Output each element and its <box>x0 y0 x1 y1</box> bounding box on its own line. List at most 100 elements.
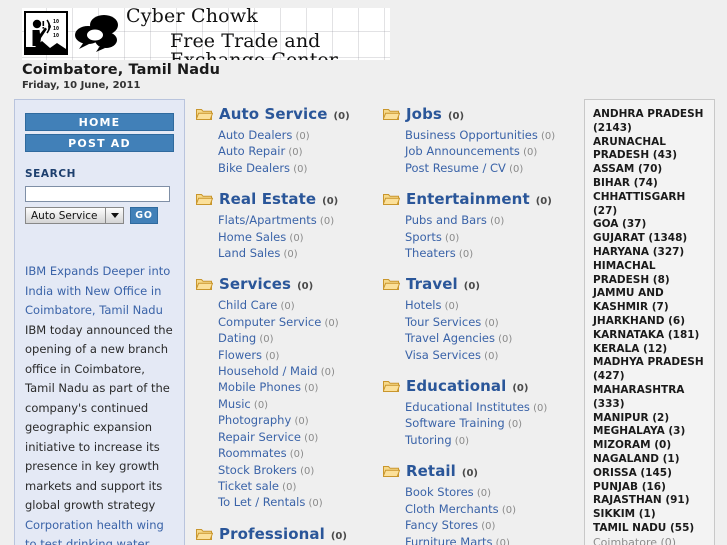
subcategory-item: Business Opportunities (0) <box>405 128 569 144</box>
subcategory-link[interactable]: Music <box>218 397 251 411</box>
svg-text:10: 10 <box>53 26 59 32</box>
subcategory-item: Cloth Merchants (0) <box>405 502 569 518</box>
state-link[interactable]: PUNJAB (16) <box>593 481 708 495</box>
subcategory-link[interactable]: Computer Service <box>218 315 321 329</box>
subcategory-count: (0) <box>300 432 319 444</box>
subcategory-link[interactable]: Travel Agencies <box>405 331 495 345</box>
state-link[interactable]: NAGALAND (1) <box>593 453 708 467</box>
subcategory-item: To Let / Rentals (0) <box>218 495 382 511</box>
subcategory-link[interactable]: Post Resume / CV <box>405 161 506 175</box>
subcategory-link[interactable]: Mobile Phones <box>218 380 301 394</box>
category-block: Travel (0) Hotels (0) Tour Services (0) Trav… <box>382 274 569 364</box>
state-link[interactable]: SIKKIM (1) <box>593 508 708 522</box>
subcategory-link[interactable]: Sports <box>405 230 442 244</box>
subcategory-link[interactable]: Hotels <box>405 298 441 312</box>
subcategory-item: Auto Repair (0) <box>218 144 382 160</box>
state-link[interactable]: GUJARAT (1348) <box>593 232 708 246</box>
subcategory-link[interactable]: Tour Services <box>405 315 481 329</box>
state-link[interactable]: ORISSA (145) <box>593 467 708 481</box>
subcategory-link[interactable]: Ticket sale <box>218 479 279 493</box>
subcategory-count: (0) <box>277 301 295 313</box>
category-title-link[interactable]: Professional <box>219 525 325 543</box>
subcategory-link[interactable]: Theaters <box>405 246 456 260</box>
subcategory-link[interactable]: Dating <box>218 331 256 345</box>
category-select[interactable]: Auto Service <box>25 207 124 224</box>
subcategory-link[interactable]: To Let / Rentals <box>218 495 305 509</box>
state-link[interactable]: TAMIL NADU (55) <box>593 522 708 536</box>
state-link[interactable]: ANDHRA PRADESH (2143) <box>593 108 708 136</box>
category-title-link[interactable]: Retail <box>406 462 456 480</box>
search-go-button[interactable]: GO <box>130 207 158 224</box>
post-ad-button[interactable]: POST AD <box>25 134 174 152</box>
state-link[interactable]: MAHARASHTRA (333) <box>593 384 708 412</box>
state-link[interactable]: MANIPUR (2) <box>593 412 708 426</box>
subcategory-link[interactable]: Bike Dealers <box>218 161 290 175</box>
state-child-city-link[interactable]: Coimbatore (0) <box>593 536 708 545</box>
category-title-link[interactable]: Auto Service <box>219 105 328 123</box>
news-headline[interactable]: Corporation health wing to test drinking… <box>25 518 164 545</box>
category-title-link[interactable]: Services <box>219 275 291 293</box>
subcategory-count: (0) <box>529 403 548 415</box>
search-input[interactable] <box>25 186 170 202</box>
subcategory-link[interactable]: Home Sales <box>218 230 286 244</box>
state-link[interactable]: ARUNACHAL PRADESH (43) <box>593 136 708 164</box>
folder-open-icon <box>195 106 214 120</box>
state-link[interactable]: CHHATTISGARH (27) <box>593 191 708 219</box>
state-link[interactable]: MIZORAM (0) <box>593 439 708 453</box>
state-link[interactable]: MEGHALAYA (3) <box>593 425 708 439</box>
state-link[interactable]: BIHAR (74) <box>593 177 708 191</box>
state-link[interactable]: HIMACHAL PRADESH (8) <box>593 260 708 288</box>
subcategory-link[interactable]: Auto Repair <box>218 144 285 158</box>
chevron-down-icon[interactable] <box>105 208 123 223</box>
subcategory-link[interactable]: Stock Brokers <box>218 463 297 477</box>
state-link[interactable]: GOA (37) <box>593 218 708 232</box>
state-link[interactable]: KARNATAKA (181) <box>593 329 708 343</box>
category-count: (0) <box>333 111 350 122</box>
subcategory-link[interactable]: Flowers <box>218 348 262 362</box>
folder-open-icon <box>195 528 214 540</box>
subcategory-link[interactable]: Software Training <box>405 416 505 430</box>
subcategory-link[interactable]: Auto Dealers <box>218 128 292 142</box>
category-title-link[interactable]: Real Estate <box>219 190 316 208</box>
category-title-link[interactable]: Travel <box>406 275 458 293</box>
state-link[interactable]: JHARKHAND (6) <box>593 315 708 329</box>
subcategory-link[interactable]: Photography <box>218 413 291 427</box>
subcategory-link[interactable]: Repair Service <box>218 430 301 444</box>
state-link[interactable]: RAJASTHAN (91) <box>593 494 708 508</box>
state-link[interactable]: JAMMU AND KASHMIR (7) <box>593 287 708 315</box>
home-button[interactable]: HOME <box>25 113 174 131</box>
subcategory-link[interactable]: Child Care <box>218 298 277 312</box>
subcategory-link[interactable]: Roommates <box>218 446 287 460</box>
subcategory-link[interactable]: Tutoring <box>405 433 452 447</box>
subcategory-link[interactable]: Fancy Stores <box>405 518 478 532</box>
subcategory-link[interactable]: Visa Services <box>405 348 481 362</box>
subcategory-item: Flats/Apartments (0) <box>218 213 382 229</box>
category-title-link[interactable]: Jobs <box>406 105 442 123</box>
subcategory-link[interactable]: Business Opportunities <box>405 128 538 142</box>
news-headline[interactable]: IBM Expands Deeper into India with New O… <box>25 264 170 317</box>
category-title-link[interactable]: Entertainment <box>406 190 530 208</box>
subcategory-link[interactable]: Flats/Apartments <box>218 213 317 227</box>
brand-wordmark: Cyber Chowk Free Trade and Exchange Cent… <box>126 8 390 60</box>
category-count: (0) <box>535 196 552 208</box>
subcategory-count: (0) <box>519 147 538 159</box>
subcategory-link[interactable]: Job Announcements <box>405 144 520 158</box>
state-link[interactable]: KERALA (12) <box>593 343 708 357</box>
subcategory-link[interactable]: Furniture Marts <box>405 535 493 545</box>
subcategory-item: Computer Service (0) <box>218 315 382 331</box>
state-link[interactable]: HARYANA (327) <box>593 246 708 260</box>
category-count: (0) <box>447 111 465 122</box>
subcategory-link[interactable]: Household / Maid <box>218 364 318 378</box>
category-column-2: Jobs (0) Business Opportunities (0) Job Ann… <box>382 104 569 545</box>
state-link[interactable]: MADHYA PRADESH (427) <box>593 356 708 384</box>
subcategory-link[interactable]: Book Stores <box>405 485 474 499</box>
subcategory-link[interactable]: Cloth Merchants <box>405 502 499 516</box>
subcategory-link[interactable]: Educational Institutes <box>405 400 530 414</box>
subcategory-link[interactable]: Land Sales <box>218 246 280 260</box>
subcategory-item: Home Sales (0) <box>218 230 382 246</box>
category-count: (0) <box>322 196 339 208</box>
category-title-link[interactable]: Educational <box>406 377 506 395</box>
folder-open-icon <box>195 194 214 206</box>
subcategory-link[interactable]: Pubs and Bars <box>405 213 487 227</box>
state-link[interactable]: ASSAM (70) <box>593 163 708 177</box>
